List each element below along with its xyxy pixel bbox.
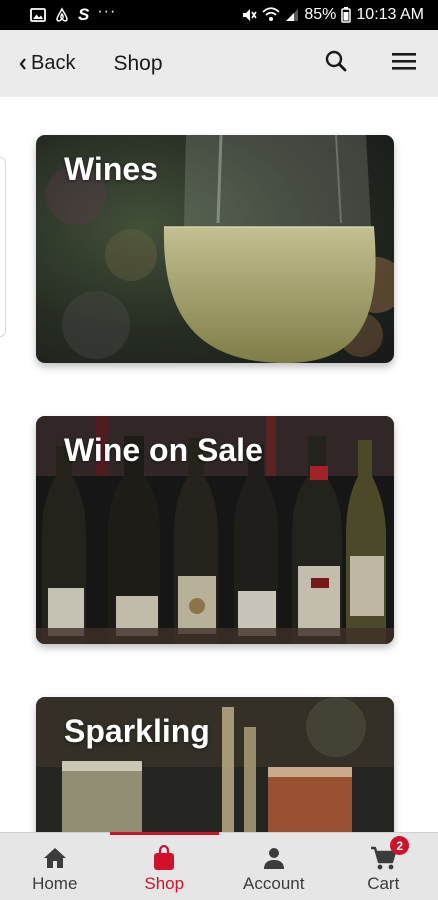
nav-item-cart[interactable]: 2 Cart: [329, 833, 438, 900]
battery-percent: 85%: [304, 6, 337, 23]
status-bar-right: 85% 10:13 AM: [241, 6, 424, 24]
category-title: Wines: [64, 151, 158, 187]
shopping-bag-icon: [150, 845, 178, 871]
wifi-icon: [262, 7, 280, 23]
category-title: Wine on Sale: [64, 432, 263, 468]
person-icon: [260, 845, 288, 871]
category-card-sparkling[interactable]: Sparkling: [36, 697, 394, 832]
back-label: Back: [31, 52, 76, 74]
app-bar: Back Shop: [0, 30, 438, 97]
nav-item-shop[interactable]: Shop: [109, 832, 220, 900]
back-button[interactable]: Back: [18, 52, 75, 75]
s-app-icon: S: [78, 5, 90, 24]
category-card-wine-on-sale[interactable]: Wine on Sale: [36, 416, 394, 644]
more-notifications-icon: ···: [97, 3, 117, 20]
home-icon: [41, 845, 69, 871]
category-card-wines[interactable]: Wines: [36, 135, 394, 363]
cart-icon: 2: [369, 836, 410, 871]
category-title: Sparkling: [64, 713, 210, 749]
bottom-navigation: Home Shop Account 2 Cart: [0, 832, 438, 900]
status-bar: S ··· 85% 10:13 AM: [0, 0, 438, 30]
battery-icon: [341, 7, 352, 23]
signal-icon: [285, 8, 299, 22]
nav-label-account: Account: [243, 874, 305, 893]
category-list: Wines Wine on Sale Sparkling: [0, 97, 438, 832]
shop-screen: S ··· 85% 10:13 AM Back Shop Wines Wine …: [0, 0, 438, 900]
menu-button[interactable]: [386, 46, 422, 82]
cart-count-badge: 2: [390, 836, 410, 855]
mute-icon: [241, 7, 258, 23]
nav-label-shop: Shop: [144, 874, 185, 893]
nav-label-home: Home: [32, 874, 78, 893]
nav-label-cart: Cart: [367, 874, 400, 893]
hamburger-menu-icon: [392, 51, 416, 76]
gallery-icon: [30, 8, 46, 22]
status-bar-left: S ···: [30, 3, 117, 25]
nav-item-home[interactable]: Home: [0, 833, 110, 900]
page-title: Shop: [113, 51, 163, 75]
chevron-left-icon: [18, 57, 27, 71]
nav-item-account[interactable]: Account: [219, 833, 329, 900]
side-drawer-edge[interactable]: [0, 157, 6, 337]
status-time: 10:13 AM: [356, 6, 424, 23]
airbnb-icon: [54, 7, 70, 23]
search-button[interactable]: [318, 46, 354, 82]
search-icon: [324, 49, 348, 78]
